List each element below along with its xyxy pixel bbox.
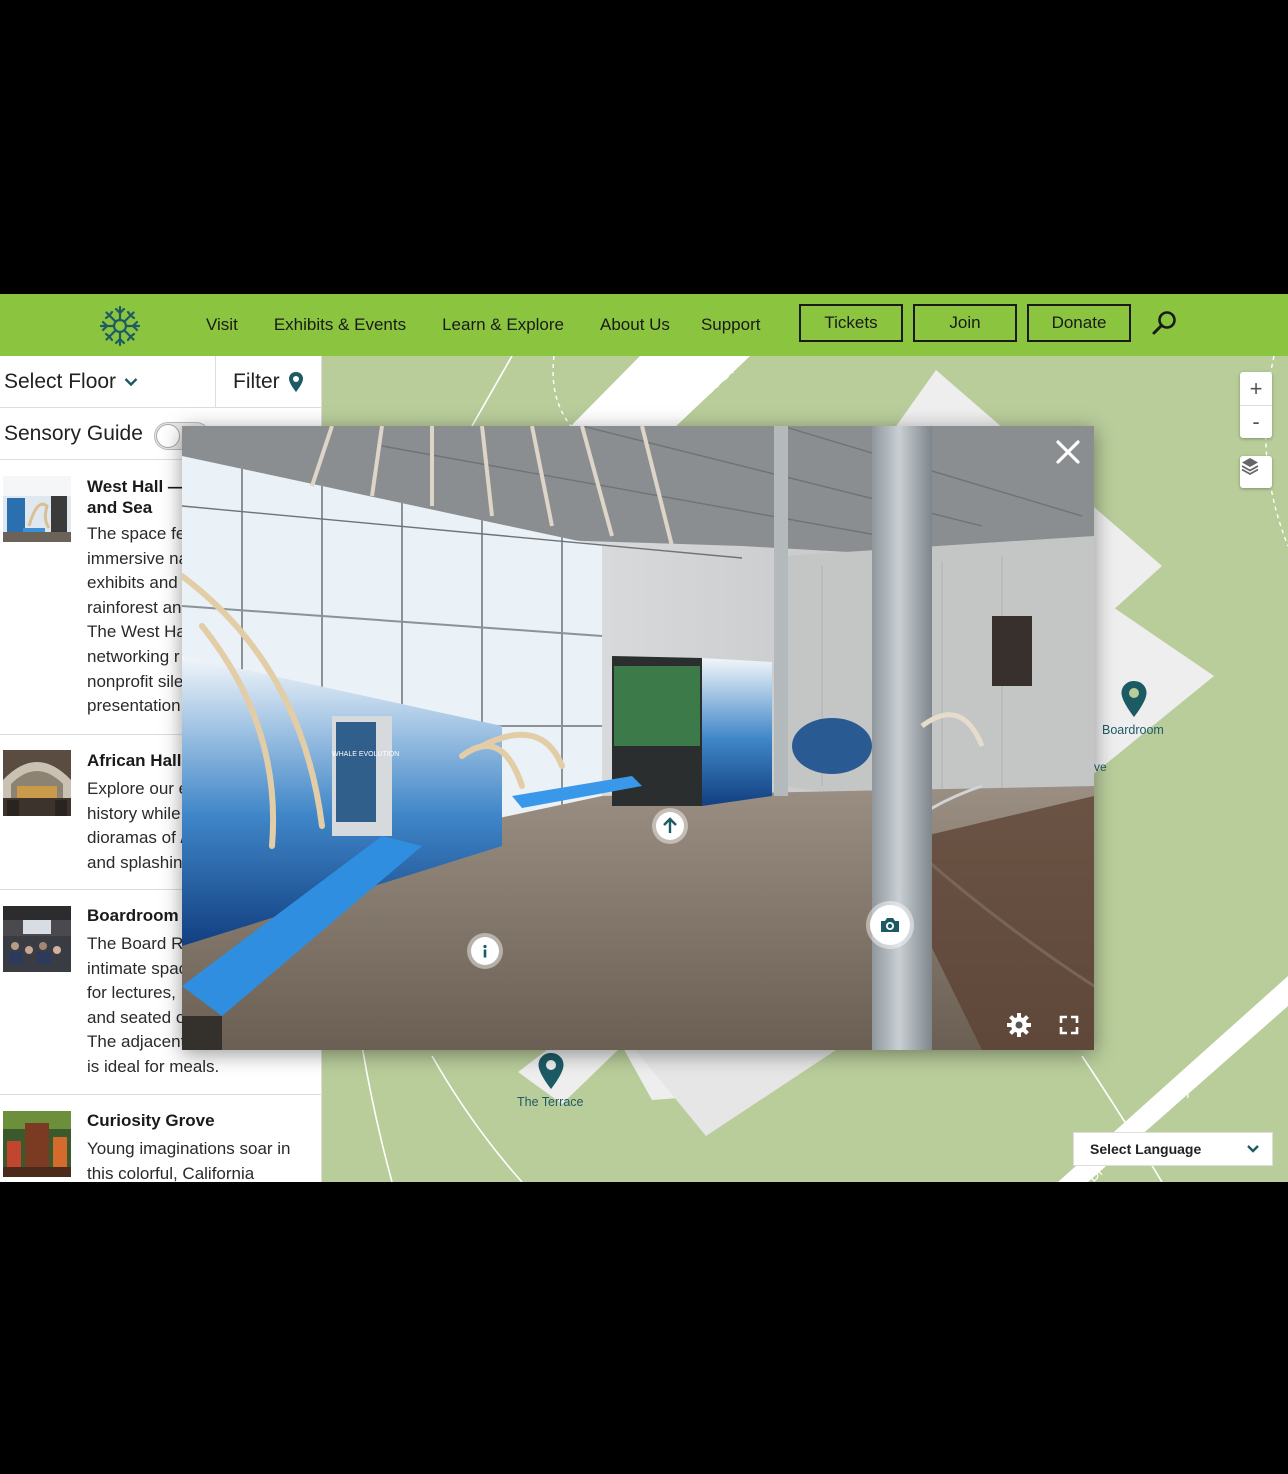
search-icon[interactable] bbox=[1150, 308, 1180, 338]
nav-exhibits-events[interactable]: Exhibits & Events bbox=[274, 315, 406, 335]
map-path bbox=[471, 356, 513, 427]
language-select-label: Select Language bbox=[1090, 1141, 1202, 1157]
filter-label: Filter bbox=[233, 370, 280, 393]
arrow-up-icon bbox=[663, 817, 677, 833]
app-window: Visit Exhibits & Events Learn & Explore … bbox=[0, 294, 1288, 1182]
info-icon bbox=[483, 944, 487, 958]
snowflake-logo-icon[interactable] bbox=[98, 304, 142, 348]
panorama-image: WHALE EVOLUTION bbox=[182, 426, 1094, 1050]
curiosity-grove-description: Young imaginations soar in this colorful… bbox=[87, 1137, 312, 1182]
partial-map-label: ve bbox=[1094, 760, 1107, 774]
chevron-down-icon bbox=[1247, 1145, 1259, 1153]
panorama-viewer[interactable]: WHALE EVOLUTION bbox=[182, 426, 1094, 1050]
zoom-in-button[interactable]: + bbox=[1240, 372, 1272, 405]
desc-line: this colorful, California bbox=[87, 1163, 255, 1182]
info-hotspot[interactable] bbox=[471, 937, 499, 965]
gear-icon[interactable] bbox=[1004, 1010, 1034, 1040]
chevron-down-icon bbox=[124, 378, 138, 387]
nav-support[interactable]: Support bbox=[701, 315, 761, 335]
nav-about-us[interactable]: About Us bbox=[600, 315, 670, 335]
fullscreen-icon[interactable] bbox=[1054, 1010, 1084, 1040]
tickets-button[interactable]: Tickets bbox=[799, 304, 903, 342]
desc-line: Young imaginations soar in bbox=[87, 1139, 291, 1158]
photo-hotspot[interactable] bbox=[870, 905, 910, 945]
filter-button[interactable]: Filter bbox=[215, 356, 321, 408]
navigate-forward-hotspot[interactable] bbox=[656, 812, 684, 840]
select-floor-label: Select Floor bbox=[4, 370, 117, 393]
desc-line: is ideal for meals. bbox=[87, 1056, 220, 1076]
boardroom-pin-icon[interactable] bbox=[1120, 680, 1148, 718]
boardroom-thumbnail bbox=[3, 906, 71, 972]
west-hall-thumbnail bbox=[3, 476, 71, 542]
main-nav: Visit Exhibits & Events Learn & Explore … bbox=[206, 294, 796, 356]
terrace-map-label[interactable]: The Terrace bbox=[517, 1095, 583, 1109]
african-hall-thumbnail bbox=[3, 750, 71, 816]
terrace-pin-icon[interactable] bbox=[537, 1052, 565, 1090]
toggle-knob bbox=[156, 424, 180, 448]
sensory-guide-label: Sensory Guide bbox=[4, 422, 143, 445]
nav-visit[interactable]: Visit bbox=[206, 315, 238, 335]
layers-button[interactable] bbox=[1240, 456, 1272, 488]
zoom-out-button[interactable]: - bbox=[1240, 405, 1272, 438]
boardroom-map-label[interactable]: Boardroom bbox=[1102, 723, 1164, 737]
select-floor-dropdown[interactable]: Select Floor bbox=[4, 356, 138, 408]
map-path bbox=[361, 1045, 393, 1182]
location-pin-icon bbox=[288, 372, 303, 392]
camera-icon bbox=[881, 918, 899, 932]
join-button[interactable]: Join bbox=[913, 304, 1017, 342]
layers-icon bbox=[1241, 458, 1259, 476]
top-navigation-bar: Visit Exhibits & Events Learn & Explore … bbox=[0, 294, 1288, 356]
exhibit-sign-text: WHALE EVOLUTION bbox=[332, 751, 399, 758]
curiosity-grove-thumbnail bbox=[3, 1111, 71, 1177]
floor-filter-row: Select Floor Filter bbox=[0, 356, 321, 408]
zoom-control: + - bbox=[1240, 372, 1272, 438]
curiosity-grove-title: Curiosity Grove bbox=[87, 1111, 215, 1130]
nav-learn-explore[interactable]: Learn & Explore bbox=[442, 315, 564, 335]
list-item-curiosity-grove[interactable]: Curiosity Grove Young imaginations soar … bbox=[0, 1095, 321, 1182]
donate-button[interactable]: Donate bbox=[1027, 304, 1131, 342]
close-icon[interactable] bbox=[1050, 434, 1086, 470]
language-select[interactable]: Select Language bbox=[1073, 1132, 1273, 1166]
map-path bbox=[431, 1055, 523, 1182]
